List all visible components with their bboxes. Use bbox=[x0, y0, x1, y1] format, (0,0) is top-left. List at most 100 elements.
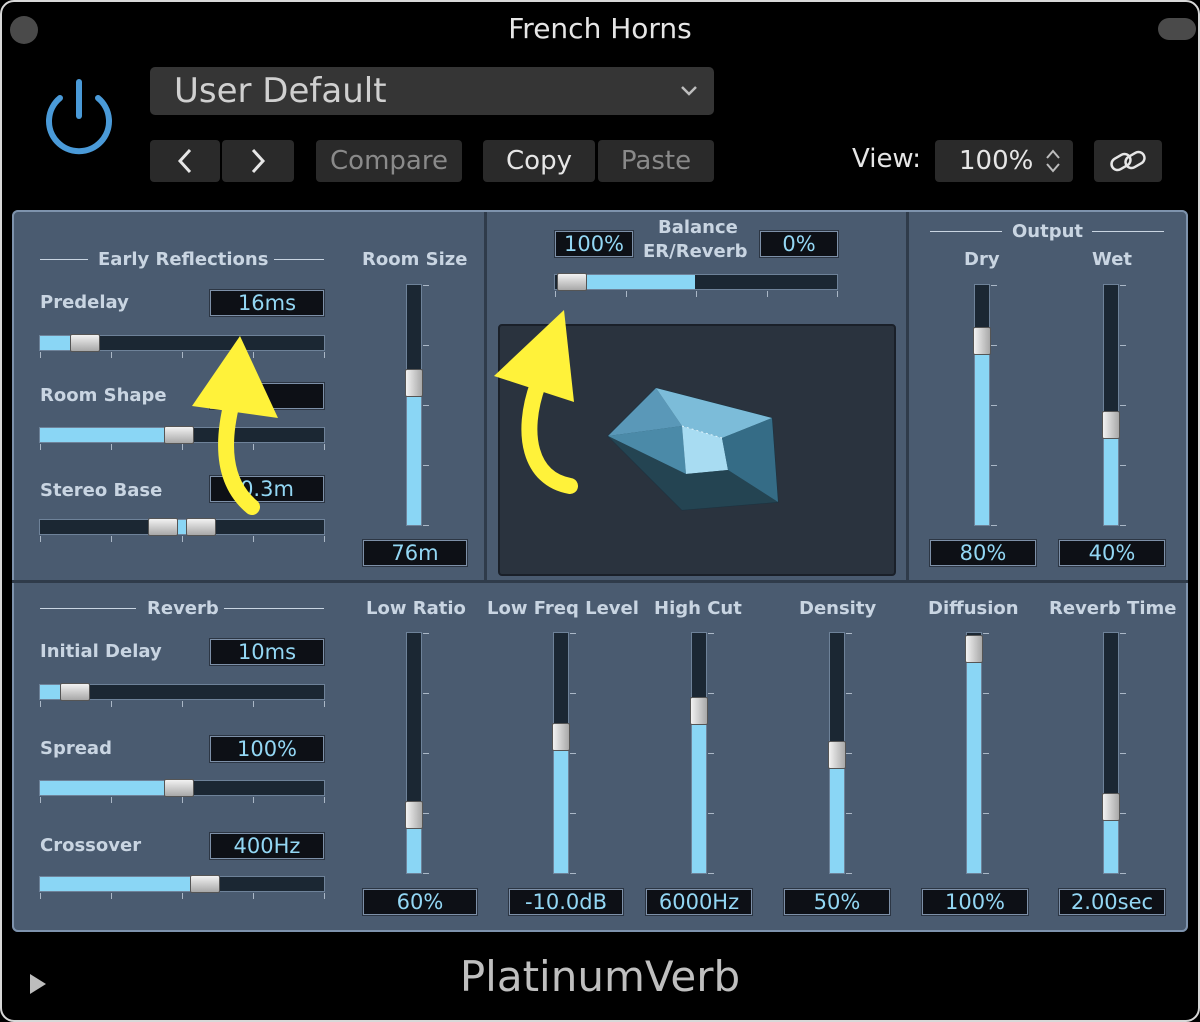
window-resize-pill[interactable] bbox=[1158, 18, 1196, 40]
spread-slider-knob[interactable] bbox=[164, 779, 194, 797]
balance-slider[interactable] bbox=[554, 273, 838, 297]
stereo-base-slider-knob-left[interactable] bbox=[148, 518, 178, 536]
balance-slider-knob[interactable] bbox=[557, 273, 587, 291]
reverb-time-label: Reverb Time bbox=[1049, 598, 1177, 619]
wet-value[interactable]: 40% bbox=[1058, 539, 1166, 567]
crossover-slider-knob[interactable] bbox=[190, 875, 220, 893]
slider-tick bbox=[1120, 813, 1126, 814]
balance-right-value[interactable]: 0% bbox=[759, 230, 839, 258]
wet-slider[interactable] bbox=[1102, 284, 1126, 526]
link-button[interactable] bbox=[1094, 140, 1162, 182]
room-size-value[interactable]: 76m bbox=[362, 539, 468, 567]
slider-tick bbox=[423, 405, 429, 406]
slider-tick bbox=[423, 873, 429, 874]
slider-tick bbox=[111, 444, 112, 450]
slider-tick bbox=[837, 291, 838, 297]
power-icon[interactable] bbox=[38, 76, 120, 158]
next-preset-button[interactable] bbox=[222, 140, 294, 182]
reverb-time-value[interactable]: 2.00sec bbox=[1058, 888, 1166, 916]
density-slider-knob[interactable] bbox=[828, 741, 846, 769]
low-freq-level-value[interactable]: -10.0dB bbox=[508, 888, 624, 916]
slider-tick bbox=[767, 291, 768, 297]
chevron-right-icon bbox=[251, 148, 266, 174]
density-slider[interactable] bbox=[828, 632, 852, 874]
predelay-slider-knob[interactable] bbox=[70, 334, 100, 352]
slider-tick bbox=[626, 291, 627, 297]
panel-divider-horizontal bbox=[12, 580, 1188, 583]
slider-tick bbox=[111, 893, 112, 899]
slider-tick bbox=[1120, 753, 1126, 754]
high-cut-value[interactable]: 6000Hz bbox=[645, 888, 753, 916]
reverb-time-slider-knob[interactable] bbox=[1102, 793, 1120, 821]
high-cut-slider[interactable] bbox=[690, 632, 714, 874]
initial-delay-value[interactable]: 10ms bbox=[209, 638, 325, 666]
section-line bbox=[274, 259, 324, 260]
copy-button[interactable]: Copy bbox=[483, 140, 595, 182]
slider-tick bbox=[1120, 525, 1126, 526]
compare-button[interactable]: Compare bbox=[316, 140, 462, 182]
up-down-arrows-icon bbox=[1046, 149, 1060, 173]
crossover-slider-fill bbox=[40, 877, 198, 891]
spread-slider[interactable] bbox=[39, 779, 325, 803]
room-size-slider[interactable] bbox=[405, 284, 429, 526]
slider-tick bbox=[991, 345, 997, 346]
diffusion-slider[interactable] bbox=[965, 632, 989, 874]
density-value[interactable]: 50% bbox=[783, 888, 891, 916]
low-ratio-slider[interactable] bbox=[405, 632, 429, 874]
view-zoom-stepper[interactable]: 100% bbox=[935, 140, 1073, 182]
slider-tick bbox=[324, 893, 325, 899]
low-ratio-slider-knob[interactable] bbox=[405, 801, 423, 829]
slider-tick bbox=[1120, 465, 1126, 466]
room-shape-label: Room Shape bbox=[40, 385, 167, 406]
previous-preset-button[interactable] bbox=[150, 140, 220, 182]
balance-left-value[interactable]: 100% bbox=[554, 230, 634, 258]
reverb-time-slider[interactable] bbox=[1102, 632, 1126, 874]
dry-label: Dry bbox=[964, 249, 1000, 270]
slider-tick bbox=[324, 797, 325, 803]
preset-dropdown[interactable]: User Default bbox=[150, 67, 714, 115]
dry-value[interactable]: 80% bbox=[929, 539, 1037, 567]
slider-tick bbox=[111, 352, 112, 358]
slider-tick bbox=[423, 465, 429, 466]
slider-tick bbox=[696, 291, 697, 297]
slider-tick bbox=[1120, 633, 1126, 634]
slider-tick bbox=[570, 873, 576, 874]
dry-slider-knob[interactable] bbox=[973, 327, 991, 355]
initial-delay-slider[interactable] bbox=[39, 683, 325, 707]
crossover-slider[interactable] bbox=[39, 875, 325, 899]
slider-tick bbox=[324, 701, 325, 707]
high-cut-slider-fill bbox=[692, 721, 706, 873]
slider-tick bbox=[40, 536, 41, 542]
paste-button[interactable]: Paste bbox=[598, 140, 714, 182]
slider-tick bbox=[253, 893, 254, 899]
annotation-arrow-icon bbox=[192, 336, 278, 515]
slider-tick bbox=[182, 893, 183, 899]
low-ratio-value[interactable]: 60% bbox=[362, 888, 478, 916]
slider-tick bbox=[423, 285, 429, 286]
window-title: French Horns bbox=[508, 12, 692, 45]
balance-er-reverb-label: ER/Reverb bbox=[643, 241, 748, 262]
room-size-slider-knob[interactable] bbox=[405, 369, 423, 397]
section-line bbox=[224, 608, 324, 609]
slider-tick bbox=[1120, 285, 1126, 286]
spread-value[interactable]: 100% bbox=[209, 735, 325, 763]
initial-delay-slider-knob[interactable] bbox=[60, 683, 90, 701]
slider-tick bbox=[708, 813, 714, 814]
dry-slider-fill bbox=[975, 353, 989, 525]
chevron-down-icon bbox=[681, 86, 697, 96]
slider-tick bbox=[111, 536, 112, 542]
low-freq-level-slider-knob[interactable] bbox=[552, 723, 570, 751]
room-shape-slider-fill bbox=[40, 428, 172, 442]
wet-slider-knob[interactable] bbox=[1102, 411, 1120, 439]
diffusion-value[interactable]: 100% bbox=[921, 888, 1029, 916]
slider-tick bbox=[1120, 693, 1126, 694]
high-cut-slider-knob[interactable] bbox=[690, 697, 708, 725]
crossover-value[interactable]: 400Hz bbox=[209, 832, 325, 860]
diffusion-slider-knob[interactable] bbox=[965, 635, 983, 663]
slider-tick bbox=[324, 352, 325, 358]
predelay-value[interactable]: 16ms bbox=[209, 289, 325, 317]
slider-tick bbox=[708, 873, 714, 874]
dry-slider[interactable] bbox=[973, 284, 997, 526]
slider-tick bbox=[1120, 405, 1126, 406]
low-freq-level-slider[interactable] bbox=[552, 632, 576, 874]
